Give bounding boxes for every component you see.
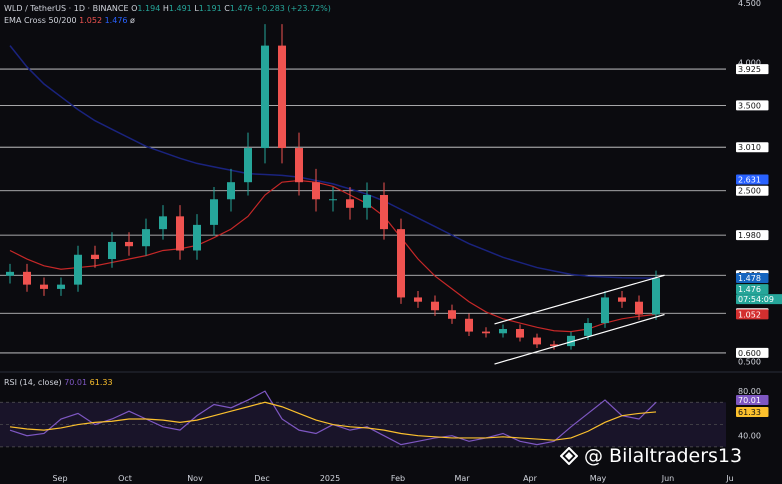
level-tag: 3.925 — [738, 65, 761, 74]
time-axis-label: Oct — [118, 474, 132, 483]
close-value: 1.476 — [229, 4, 253, 13]
candle-body — [363, 195, 371, 208]
rsi-legend: RSI (14, close) 70.01 61.33 — [4, 378, 113, 387]
watermark-text: @ Bilaltraders13 — [584, 445, 743, 467]
time-axis-label: Apr — [523, 474, 538, 483]
ema-slow-value: 1.476 — [104, 16, 128, 25]
candle-body — [278, 45, 286, 149]
candle-body — [414, 297, 422, 302]
candle-body — [346, 199, 354, 208]
time-axis-label: Jun — [661, 474, 675, 483]
watermark: @ Bilaltraders13 — [560, 445, 742, 467]
candle-body — [295, 148, 303, 183]
open-value: 1.194 — [137, 4, 161, 13]
candle-body — [448, 310, 456, 319]
level-tag: 2.500 — [738, 187, 761, 196]
ema-200-path — [9, 45, 657, 279]
rsi-value-text: 70.01 — [64, 378, 88, 387]
candle-body — [652, 278, 660, 315]
rsi-value-tag: 70.01 — [738, 396, 761, 405]
change-value: +0.283 (+23.72%) — [255, 4, 331, 13]
candle-body — [23, 271, 31, 285]
ema-fast-value: 1.052 — [79, 16, 103, 25]
candle-body — [193, 224, 201, 251]
candle-body — [91, 254, 99, 260]
candle-body — [465, 318, 473, 332]
candle-body — [329, 199, 337, 201]
level-tag: 1.980 — [738, 231, 761, 240]
candle-body — [397, 229, 405, 298]
price-chart[interactable]: 4.5004.0000.5003.9253.5003.0102.5001.980… — [0, 0, 782, 484]
candle-body — [74, 254, 82, 285]
current-price-tag: 1.476 — [738, 285, 761, 294]
rsi-axis-tick: 80.00 — [738, 387, 761, 396]
rsi-label: RSI (14, close) — [4, 378, 62, 387]
ema-fast-tag: 1.052 — [738, 310, 761, 319]
price-axis-top: 4.500 — [738, 0, 761, 8]
candle-body — [125, 241, 133, 247]
candle-body — [601, 297, 609, 324]
candle-body — [244, 148, 252, 183]
symbol-header: WLD / TetherUS · 1D · BINANCE O1.194 H1.… — [4, 4, 331, 13]
candle-body — [312, 182, 320, 200]
candle-body — [176, 216, 184, 251]
candle-body — [159, 216, 167, 230]
candle-body — [142, 229, 150, 247]
ema-label: EMA Cross 50/200 — [4, 16, 77, 25]
candle-body — [584, 323, 592, 336]
horizontal-levels — [0, 68, 726, 354]
candle-body — [516, 329, 524, 338]
price-axis-tick: 0.500 — [738, 357, 761, 366]
time-axis-label: Nov — [187, 474, 203, 483]
candle-body — [635, 301, 643, 315]
low-value: 1.191 — [198, 4, 222, 13]
candle-body — [618, 297, 626, 302]
candle-body — [210, 199, 218, 225]
candle-body — [108, 241, 116, 260]
rsi-ma-tag: 61.33 — [738, 408, 761, 417]
countdown-tag: 07:54:09 — [738, 295, 774, 304]
ema-200-line — [9, 45, 657, 279]
ema-extra: ø — [130, 16, 135, 25]
level-tag: 0.600 — [738, 349, 761, 358]
candle-body — [6, 271, 14, 276]
time-axis-label: Feb — [391, 474, 405, 483]
candle-body — [380, 195, 388, 230]
rsi-panel — [0, 371, 782, 448]
candle-body — [261, 45, 269, 149]
ema-slow-tag: 2.631 — [738, 176, 761, 185]
rsi-axis-tick: 40.00 — [738, 432, 761, 441]
price-tag: 1.478 — [738, 274, 761, 283]
candle-body — [227, 182, 235, 200]
diamond-logo-icon — [560, 447, 578, 465]
time-axis-label: Ju — [725, 474, 733, 483]
time-axis-label: Dec — [254, 474, 269, 483]
symbol-name: WLD / TetherUS · 1D · BINANCE — [4, 4, 129, 13]
time-axis-label: 2025 — [320, 474, 340, 483]
time-axis-label: Mar — [454, 474, 470, 483]
candle-body — [499, 329, 507, 334]
level-tag: 3.500 — [738, 101, 761, 110]
candle-body — [57, 284, 65, 289]
time-axis-label: Sep — [52, 474, 67, 483]
level-tag: 3.010 — [738, 143, 761, 152]
high-value: 1.491 — [168, 4, 192, 13]
ema-legend: EMA Cross 50/200 1.052 1.476 ø — [4, 16, 135, 25]
rsi-ma-text: 61.33 — [89, 378, 113, 387]
candle-body — [533, 337, 541, 345]
time-axis-label: May — [590, 474, 607, 483]
candle-body — [431, 301, 439, 311]
candle-body — [482, 331, 490, 334]
candle-body — [40, 284, 48, 289]
